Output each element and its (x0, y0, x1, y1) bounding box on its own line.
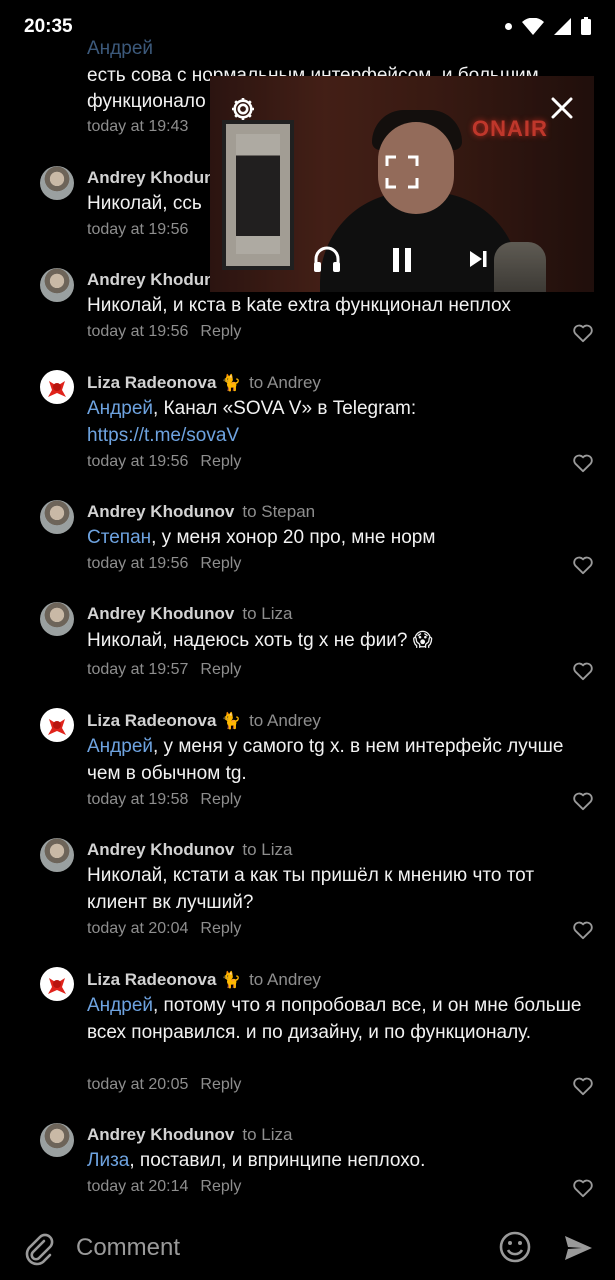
comment-meta: today at 20:04 Reply (87, 920, 242, 937)
send-icon[interactable] (562, 1232, 594, 1269)
comment-meta: today at 19:58 Reply (87, 791, 242, 808)
status-icons (505, 17, 591, 35)
comment-meta: today at 20:05 Reply (87, 1076, 242, 1093)
reply-to[interactable]: to Andrey (249, 711, 321, 730)
avatar[interactable] (40, 967, 74, 1001)
comment-meta: today at 19:57 Reply (87, 661, 242, 678)
reply-to[interactable]: to Liza (242, 604, 292, 623)
comment-text: Николай, и кста в kate extra функционал … (87, 295, 511, 316)
comment-text: Николай, надеюсь хоть tg x не фии? 😱 (87, 630, 433, 651)
author-name[interactable]: Liza Radeonova (87, 373, 216, 392)
cat-emoji: 🐈 (221, 375, 242, 392)
like-heart-icon[interactable] (572, 555, 594, 575)
author-name[interactable]: Liza Radeonova (87, 970, 216, 989)
like-heart-icon[interactable] (572, 1076, 594, 1096)
comment-time: today at 19:56 (87, 221, 189, 238)
cat-emoji: 🐈 (221, 713, 242, 730)
like-heart-icon[interactable] (572, 1178, 594, 1198)
skip-next-icon[interactable] (460, 240, 496, 278)
settings-gear-icon[interactable] (226, 92, 260, 126)
close-icon[interactable] (546, 92, 578, 124)
mention-link[interactable]: Степан (87, 527, 151, 548)
mention-link[interactable]: Андрей (87, 995, 153, 1016)
pause-icon[interactable] (382, 240, 422, 280)
author-name[interactable]: Liza Radeonova (87, 711, 216, 730)
reply-button[interactable]: Reply (200, 323, 241, 340)
comment-meta: today at 19:56 Reply (87, 555, 242, 572)
reply-to[interactable]: to Andrey (249, 373, 321, 392)
avatar[interactable] (40, 838, 74, 872)
comment-input[interactable] (76, 1234, 476, 1262)
avatar[interactable] (40, 166, 74, 200)
mention-link[interactable]: Лиза (87, 1150, 129, 1171)
author-name[interactable]: Andrey Khodun (87, 270, 215, 289)
emoji-smile-icon[interactable] (498, 1230, 532, 1269)
author-name[interactable]: Andrey Khodunov (87, 604, 234, 623)
reply-button[interactable]: Reply (200, 555, 241, 572)
status-time: 20:35 (24, 16, 73, 37)
notification-dot-icon (505, 22, 512, 30)
comment-time: today at 19:43 (87, 118, 189, 135)
comment-text: Андрей, у меня у самого tg x. в нем инте… (87, 736, 564, 784)
url-link[interactable]: https://t.me/sovaV (87, 425, 239, 446)
comment-composer (0, 1216, 615, 1280)
author-name[interactable]: Andrey Khodunov (87, 502, 234, 521)
comment-text: Степан, у меня хонор 20 про, мне норм (87, 527, 436, 548)
comment-text: Николай, кстати а как ты пришёл к мнению… (87, 865, 535, 913)
battery-icon (581, 17, 591, 35)
reply-to[interactable]: to Liza (242, 1125, 292, 1144)
mention-link[interactable]: Андрей (87, 736, 153, 757)
reply-button[interactable]: Reply (200, 661, 241, 678)
like-heart-icon[interactable] (572, 453, 594, 473)
cat-emoji: 🐈 (221, 972, 242, 989)
like-heart-icon[interactable] (572, 920, 594, 940)
attach-paperclip-icon[interactable] (22, 1232, 56, 1271)
author-name[interactable]: Andrey Khodun (87, 168, 215, 187)
reply-button[interactable]: Reply (200, 453, 241, 470)
author-name[interactable]: Andrey Khodunov (87, 840, 234, 859)
avatar[interactable] (40, 268, 74, 302)
mention-link[interactable]: Андрей (87, 398, 153, 419)
like-heart-icon[interactable] (572, 791, 594, 811)
status-bar: 20:35 (0, 0, 615, 56)
author-name[interactable]: Andrey Khodunov (87, 1125, 234, 1144)
like-heart-icon[interactable] (572, 323, 594, 343)
comment-text: Андрей, Канал «SOVA V» в Telegram: https:… (87, 398, 417, 446)
fullscreen-icon[interactable] (382, 152, 422, 192)
avatar[interactable] (40, 708, 74, 742)
reply-button[interactable]: Reply (200, 1076, 241, 1093)
avatar[interactable] (40, 602, 74, 636)
reply-button[interactable]: Reply (200, 920, 241, 937)
reply-button[interactable]: Reply (200, 1178, 241, 1195)
headphones-icon[interactable] (308, 240, 346, 278)
signal-icon (554, 17, 571, 35)
reply-to[interactable]: to Liza (242, 840, 292, 859)
reply-to[interactable]: to Andrey (249, 970, 321, 989)
reply-to[interactable]: to Stepan (242, 502, 315, 521)
avatar[interactable] (40, 370, 74, 404)
wifi-icon (522, 17, 544, 35)
reply-button[interactable]: Reply (200, 791, 241, 808)
comment-meta: today at 19:56 Reply (87, 323, 242, 340)
like-heart-icon[interactable] (572, 661, 594, 681)
avatar[interactable] (40, 1123, 74, 1157)
pip-video-player[interactable]: ONAIR (210, 76, 594, 292)
comment-meta: today at 20:14 Reply (87, 1178, 242, 1195)
avatar[interactable] (40, 500, 74, 534)
comment-text: Лиза, поставил, и впринципе неплохо. (87, 1150, 426, 1171)
comment-text: Андрей, потому что я попробовал все, и о… (87, 995, 582, 1043)
comment-meta: today at 19:56 Reply (87, 453, 242, 470)
